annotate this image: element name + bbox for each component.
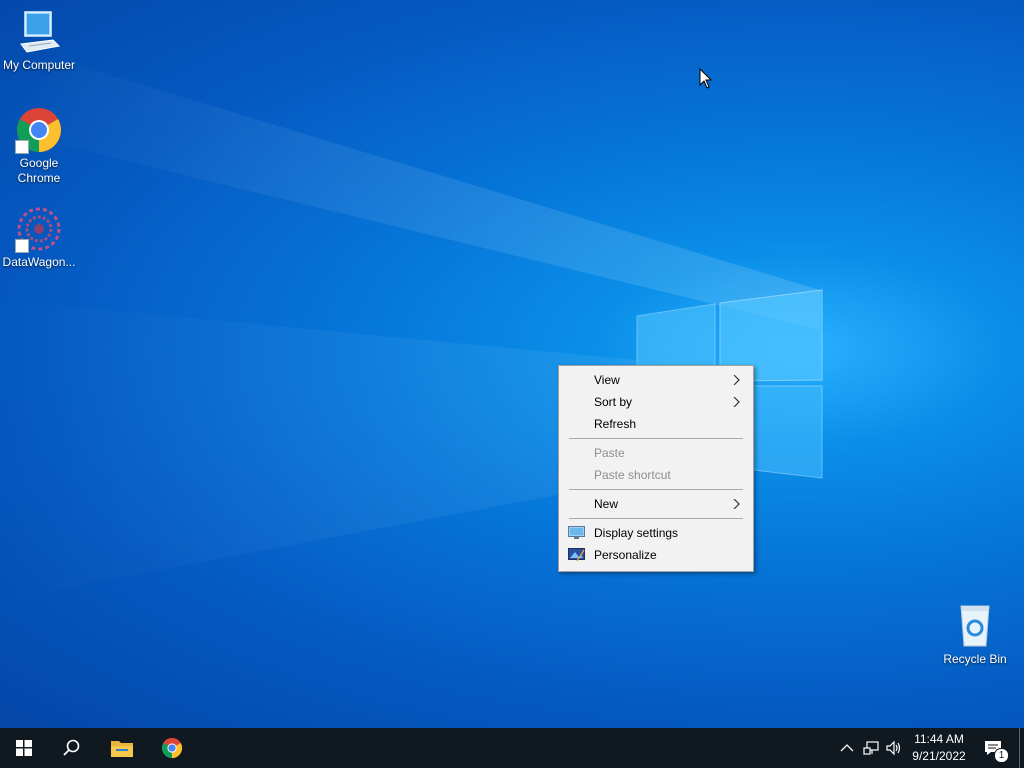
windows-start-icon	[16, 740, 32, 756]
start-button[interactable]	[0, 728, 48, 768]
notification-count-badge: 1	[994, 748, 1009, 763]
menu-separator	[569, 489, 743, 490]
search-icon	[63, 739, 80, 756]
desktop-icon-label: Google Chrome	[17, 156, 61, 185]
desktop-icon-my-computer[interactable]: My Computer	[0, 8, 78, 73]
clock-date: 9/21/2022	[912, 749, 966, 763]
menu-separator	[569, 438, 743, 439]
chevron-up-icon[interactable]	[839, 740, 855, 756]
personalize-icon	[568, 548, 585, 562]
desktop-icon-label: My Computer	[2, 58, 76, 72]
menu-item-sort-by[interactable]: Sort by	[561, 391, 751, 413]
menu-item-refresh[interactable]: Refresh	[561, 413, 751, 435]
recycle-bin-icon	[951, 602, 999, 650]
chrome-icon	[15, 106, 63, 154]
computer-icon	[15, 8, 63, 56]
shortcut-arrow-icon	[15, 140, 29, 154]
menu-item-personalize[interactable]: Personalize	[561, 544, 751, 566]
chrome-icon	[161, 737, 183, 759]
clock-time: 11:44 AM	[914, 732, 964, 746]
desktop-icon-label: Recycle Bin	[943, 652, 1007, 666]
desktop-icon-datawagon[interactable]: DataWagon...	[0, 205, 78, 270]
desktop-icon-recycle-bin[interactable]: Recycle Bin	[936, 602, 1014, 667]
show-desktop-button[interactable]	[1019, 728, 1024, 768]
desktop-icon-label: DataWagon...	[2, 255, 76, 269]
menu-item-new[interactable]: New	[561, 493, 751, 515]
desktop[interactable]: My Computer Google Chrome DataWagon... R…	[0, 0, 1024, 728]
menu-item-paste[interactable]: Paste	[561, 442, 751, 464]
mouse-cursor-icon	[699, 68, 713, 89]
desktop-icon-google-chrome[interactable]: Google Chrome	[0, 106, 78, 186]
menu-item-view[interactable]: View	[561, 369, 751, 391]
chevron-right-icon	[733, 375, 740, 385]
display-settings-icon	[568, 526, 585, 539]
volume-icon[interactable]	[886, 740, 902, 756]
chrome-taskbar-button[interactable]	[148, 728, 196, 768]
file-explorer-button[interactable]	[98, 728, 146, 768]
menu-separator	[569, 518, 743, 519]
datawagon-icon	[15, 205, 63, 253]
shortcut-arrow-icon	[15, 239, 29, 253]
file-explorer-icon	[111, 741, 133, 757]
menu-item-paste-shortcut[interactable]: Paste shortcut	[561, 464, 751, 486]
chevron-right-icon	[733, 499, 740, 509]
taskbar: 11:44 AM 9/21/2022 1	[0, 728, 1024, 768]
network-icon[interactable]	[863, 740, 879, 756]
wallpaper-light-beams	[0, 60, 823, 600]
search-button[interactable]	[48, 728, 96, 768]
desktop-context-menu: View Sort by Refresh Paste Paste shortcu…	[558, 365, 754, 572]
menu-item-display-settings[interactable]: Display settings	[561, 522, 751, 544]
clock[interactable]: 11:44 AM 9/21/2022	[904, 731, 974, 765]
notification-center-button[interactable]: 1	[980, 728, 1010, 768]
chevron-right-icon	[733, 397, 740, 407]
